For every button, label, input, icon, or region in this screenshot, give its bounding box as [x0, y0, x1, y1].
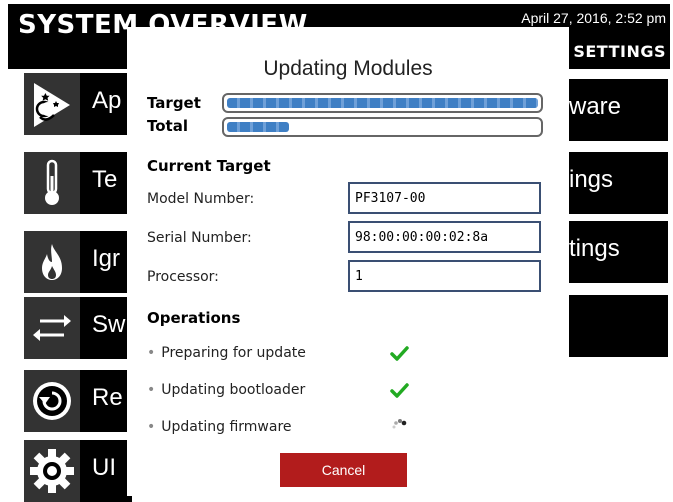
- thermometer-icon: [24, 152, 80, 214]
- update-dialog: Updating Modules Target Total Current Ta…: [127, 27, 569, 496]
- checkmark-icon: [390, 346, 409, 361]
- model-number-field[interactable]: [348, 182, 541, 214]
- cancel-button[interactable]: Cancel: [280, 453, 407, 487]
- checkmark-icon: [390, 383, 409, 398]
- menu-label: Igr: [92, 245, 121, 272]
- menu-tile-switch[interactable]: Sw: [24, 297, 132, 359]
- dialog-title: Updating Modules: [263, 57, 433, 80]
- menu-tile-ui[interactable]: UI: [24, 440, 132, 502]
- operations-heading: Operations: [147, 309, 241, 327]
- target-progress-fill: [227, 98, 538, 108]
- serial-number-label: Serial Number:: [147, 230, 252, 246]
- operation-item: • Preparing for update: [147, 345, 306, 361]
- operation-label: Updating bootloader: [161, 382, 306, 398]
- settings-tab[interactable]: SETTINGS: [573, 42, 666, 61]
- operation-item: • Updating firmware: [147, 419, 292, 435]
- spinner-icon: [392, 419, 407, 429]
- right-label: ings: [569, 166, 614, 193]
- processor-field[interactable]: [348, 260, 541, 292]
- menu-tile-temperature[interactable]: Te: [24, 152, 132, 214]
- datetime: April 27, 2016, 2:52 pm: [521, 10, 666, 26]
- menu-label: UI: [92, 454, 116, 481]
- serial-number-field[interactable]: [348, 221, 541, 253]
- total-progress-bar: [222, 117, 543, 137]
- total-progress-fill: [227, 122, 289, 132]
- menu-label: Ap: [92, 87, 122, 114]
- gear-icon: [24, 440, 80, 502]
- menu-label: Sw: [92, 311, 126, 338]
- operation-label: Preparing for update: [161, 345, 306, 361]
- target-progress-bar: [222, 93, 543, 113]
- menu-label: Te: [92, 166, 118, 193]
- restore-icon: [24, 370, 80, 432]
- bullet: •: [147, 382, 156, 398]
- operation-item: • Updating bootloader: [147, 382, 305, 398]
- menu-label: Re: [92, 384, 123, 411]
- bullet: •: [147, 345, 156, 361]
- right-label: tings: [569, 235, 620, 262]
- bullet: •: [147, 419, 156, 435]
- processor-label: Processor:: [147, 269, 219, 285]
- menu-tile-ignition[interactable]: Igr: [24, 231, 132, 293]
- operation-label: Updating firmware: [161, 419, 292, 435]
- total-label: Total: [147, 117, 188, 135]
- wizard-icon: [24, 73, 80, 135]
- flame-icon: [24, 231, 80, 293]
- target-label: Target: [147, 94, 201, 112]
- swap-arrows-icon: [24, 297, 80, 359]
- model-number-label: Model Number:: [147, 191, 255, 207]
- menu-tile-restore[interactable]: Re: [24, 370, 132, 432]
- current-target-heading: Current Target: [147, 157, 271, 175]
- right-label: ware: [569, 93, 622, 120]
- menu-tile-applications[interactable]: Ap: [24, 73, 132, 135]
